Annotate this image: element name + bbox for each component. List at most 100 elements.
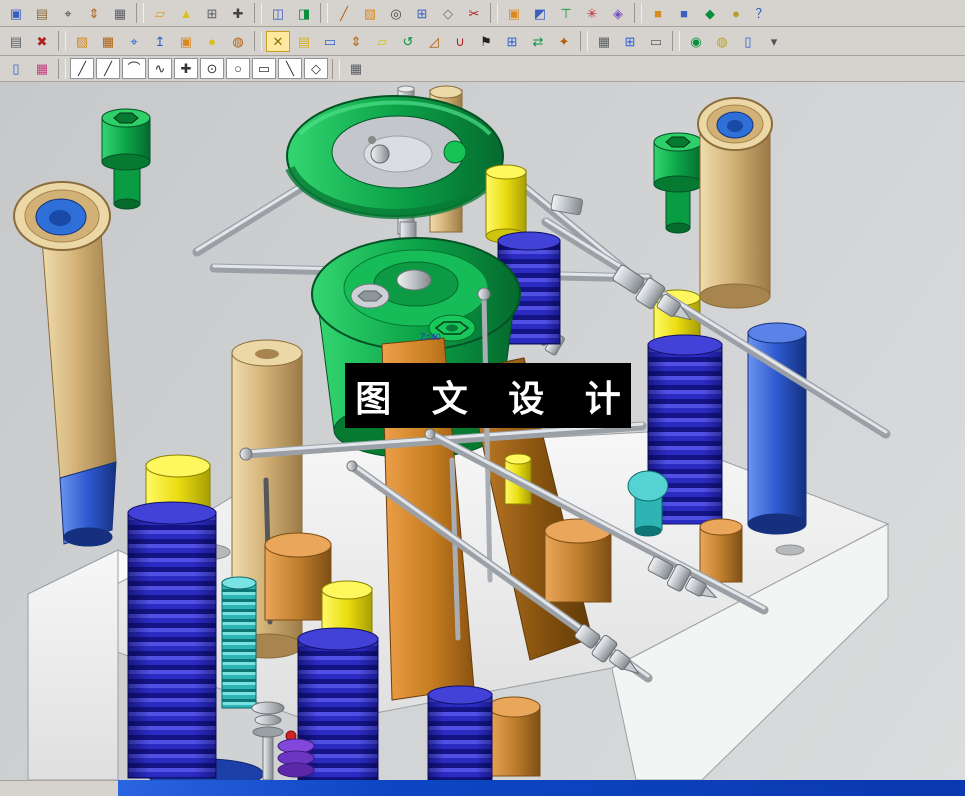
base-hole xyxy=(776,545,804,555)
profile-line-icon[interactable]: ╱ xyxy=(70,58,94,79)
render-style-icon[interactable]: ● xyxy=(724,3,748,24)
toolbar-separator xyxy=(580,31,588,51)
datum-plane-icon[interactable]: ▱ xyxy=(148,3,172,24)
delete-icon[interactable]: ✖ xyxy=(30,31,54,52)
graphics-viewport[interactable]: Z=40 图 文 设 计 xyxy=(0,82,965,780)
monitor-icon[interactable]: ▭ xyxy=(318,31,342,52)
swap-arrows-icon[interactable]: ⇄ xyxy=(526,31,550,52)
toolbar-standard: ▣▤⌖⇕▦▱▲⊞✚◫◨╱▧◎⊞◇✂▣◩⊤✳◈■■◆●？ xyxy=(0,0,965,27)
cap-screw-left[interactable] xyxy=(102,109,150,209)
return-spring-left[interactable] xyxy=(128,455,216,778)
guide-bushing-top-left[interactable] xyxy=(14,182,116,546)
hide-body-icon[interactable]: ◫ xyxy=(266,3,290,24)
point-icon[interactable]: ✚ xyxy=(226,3,250,24)
checkered-flag-icon[interactable]: ⚑ xyxy=(474,31,498,52)
sketch-tool-icon[interactable]: ╱ xyxy=(332,3,356,24)
paste-icon[interactable]: ▤ xyxy=(30,3,54,24)
help-icon[interactable]: ？ xyxy=(750,3,774,24)
grid-plus-icon[interactable]: ⊞ xyxy=(500,31,524,52)
circle-center-icon[interactable]: ⊙ xyxy=(200,58,224,79)
chamfer-line-icon[interactable]: ╲ xyxy=(278,58,302,79)
view-cube-top-icon[interactable]: ■ xyxy=(672,3,696,24)
measure-icon[interactable]: ⇕ xyxy=(82,3,106,24)
toolbar-feature: ▤✖▧▦⌖↥▣●◍✕▤▭⇕▱↺◿∪⚑⊞⇄✦▦⊞▭◉◍▯▾ xyxy=(0,27,965,56)
dropdown-arrow-icon[interactable]: ▾ xyxy=(762,31,786,52)
toolbar-separator xyxy=(58,31,66,51)
yellow-guide-pin-top[interactable] xyxy=(486,165,526,243)
clipboard-icon[interactable]: ▤ xyxy=(4,31,28,52)
component-icon[interactable]: ◩ xyxy=(528,3,552,24)
pin-icon[interactable]: ✦ xyxy=(552,31,576,52)
constraints-icon[interactable]: ⊤ xyxy=(554,3,578,24)
copper-insert-right[interactable] xyxy=(700,519,742,582)
spreadsheet-icon[interactable]: ⊞ xyxy=(200,3,224,24)
wrench-tool-icon[interactable]: ✕ xyxy=(266,31,290,52)
show-body-icon[interactable]: ◨ xyxy=(292,3,316,24)
view-cube-front-icon[interactable]: ■ xyxy=(646,3,670,24)
toolbar-separator xyxy=(136,3,144,23)
magnet-icon[interactable]: ∪ xyxy=(448,31,472,52)
cap-screw-right[interactable] xyxy=(654,133,702,233)
block-icon[interactable]: ▣ xyxy=(174,31,198,52)
studio-spline-icon[interactable]: ∿ xyxy=(148,58,172,79)
datum-plane2-icon[interactable]: ▱ xyxy=(370,31,394,52)
copper-insert-bottom[interactable] xyxy=(488,697,540,776)
locating-ring[interactable] xyxy=(287,96,503,216)
extrude-icon[interactable]: ▧ xyxy=(358,3,382,24)
draft-angle-icon[interactable]: ◿ xyxy=(422,31,446,52)
pattern-feature-icon[interactable]: ⊞ xyxy=(410,3,434,24)
snap-point-icon[interactable]: ⌖ xyxy=(56,3,80,24)
notebook-icon[interactable]: ▯ xyxy=(736,31,760,52)
stack-icon[interactable]: ▤ xyxy=(292,31,316,52)
grid-blue-icon[interactable]: ⊞ xyxy=(618,31,642,52)
cylinder-icon[interactable]: ◍ xyxy=(226,31,250,52)
trim-body-icon[interactable]: ✂ xyxy=(462,3,486,24)
mirror-feature-icon[interactable]: ◇ xyxy=(436,3,460,24)
arc-icon[interactable]: ⌒ xyxy=(122,58,146,79)
toolbar-separator xyxy=(58,59,66,79)
guide-bushing-top-right[interactable] xyxy=(698,98,772,308)
dimension-label: Z=40 xyxy=(420,332,441,342)
point-tool-icon[interactable]: ✚ xyxy=(174,58,198,79)
rotate-ccw-icon[interactable]: ↺ xyxy=(396,31,420,52)
status-bar-progress xyxy=(118,780,965,796)
quick-pick-icon[interactable]: ◇ xyxy=(304,58,328,79)
status-bar xyxy=(0,780,965,796)
list-icon[interactable]: ▭ xyxy=(644,31,668,52)
watermark-overlay: 图 文 设 计 xyxy=(345,363,631,428)
snap-grid-icon[interactable]: ▦ xyxy=(344,58,368,79)
copper-insert-left[interactable] xyxy=(265,533,331,620)
z-axis-icon[interactable]: ↥ xyxy=(148,31,172,52)
extrude-box-icon[interactable]: ▧ xyxy=(70,31,94,52)
wave-link-icon[interactable]: ◈ xyxy=(606,3,630,24)
assembly-icon[interactable]: ▣ xyxy=(502,3,526,24)
model-canvas[interactable] xyxy=(0,82,965,780)
color-grid-icon[interactable]: ▦ xyxy=(30,58,54,79)
toolbar-separator xyxy=(634,3,642,23)
sheet-grid-icon[interactable]: ▦ xyxy=(96,31,120,52)
return-spring-bottom[interactable] xyxy=(428,686,492,780)
rectangle-icon[interactable]: ▭ xyxy=(252,58,276,79)
toolbar-separator xyxy=(320,3,328,23)
warning-triangle-icon[interactable]: ▲ xyxy=(174,3,198,24)
view-cube-iso-icon[interactable]: ◆ xyxy=(698,3,722,24)
layers-icon[interactable]: ▦ xyxy=(108,3,132,24)
ring-screw xyxy=(371,145,389,163)
sphere-icon[interactable]: ● xyxy=(200,31,224,52)
copper-insert-center[interactable] xyxy=(545,519,611,602)
toolbar-separator xyxy=(672,31,680,51)
hex-socket xyxy=(666,137,690,147)
table-icon[interactable]: ▦ xyxy=(592,31,616,52)
part-navigator-icon[interactable]: ▯ xyxy=(4,58,28,79)
circle-icon[interactable]: ○ xyxy=(226,58,250,79)
explode-icon[interactable]: ✳ xyxy=(580,3,604,24)
line-icon[interactable]: ╱ xyxy=(96,58,120,79)
database-icon[interactable]: ◍ xyxy=(710,31,734,52)
visibility-eye-icon[interactable]: ◉ xyxy=(684,31,708,52)
hole-feature-icon[interactable]: ◎ xyxy=(384,3,408,24)
dim-vertical-icon[interactable]: ⇕ xyxy=(344,31,368,52)
csys-icon[interactable]: ⌖ xyxy=(122,31,146,52)
copy-icon[interactable]: ▣ xyxy=(4,3,28,24)
toolbar-separator xyxy=(254,3,262,23)
ring-green-plug xyxy=(444,141,466,163)
